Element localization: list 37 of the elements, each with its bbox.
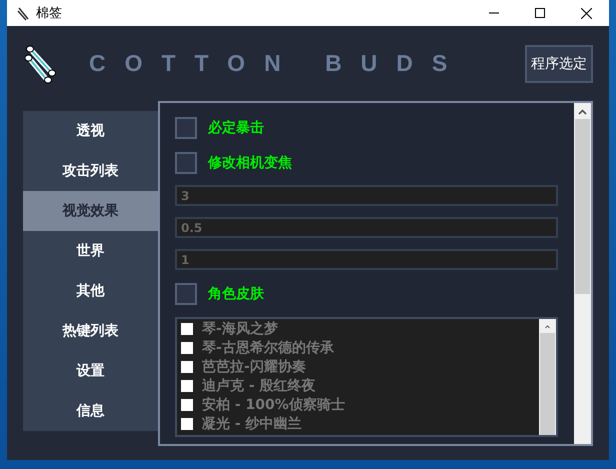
skin-label: 琴-古恩希尔德的传承 [202, 338, 334, 356]
checkbox[interactable] [181, 342, 193, 354]
checkbox-label: 必定暴击 [208, 119, 264, 137]
checkbox-label: 角色皮肤 [208, 285, 264, 303]
checkbox[interactable] [181, 360, 193, 372]
sidebar-item[interactable]: 攻击列表 [23, 151, 158, 191]
skin-label: 芭芭拉-闪耀协奏 [202, 358, 306, 376]
scrollbar[interactable] [574, 103, 591, 444]
scrollbar[interactable] [539, 319, 556, 435]
maximize-icon[interactable] [535, 8, 545, 18]
checkbox[interactable] [175, 117, 197, 139]
close-icon[interactable] [580, 8, 592, 18]
scroll-up-icon[interactable] [543, 325, 552, 329]
sidebar-item[interactable]: 设置 [23, 351, 158, 391]
checkbox[interactable] [175, 152, 197, 174]
brand-title: COTTON BUDS [89, 50, 468, 77]
sidebar-item[interactable]: 视觉效果 [23, 191, 158, 231]
scroll-up-icon[interactable] [578, 109, 587, 115]
checkbox[interactable] [181, 418, 193, 430]
skin-label: 凝光 - 纱中幽兰 [202, 414, 302, 432]
skin-label: 安柏 - 100%侦察骑士 [202, 396, 345, 414]
cotton-swab-icon [17, 6, 30, 20]
checkbox[interactable] [175, 283, 197, 305]
skin-label: 琴-海风之梦 [202, 320, 278, 338]
sidebar-item[interactable]: 其他 [23, 271, 158, 311]
checkbox[interactable] [181, 322, 193, 334]
skin-label: 迪卢克 - 殷红终夜 [202, 376, 316, 394]
select-program-button[interactable]: 程序选定 [525, 44, 593, 82]
sidebar-item[interactable]: 信息 [23, 391, 158, 431]
checkbox-label: 修改相机变焦 [208, 154, 292, 172]
window-title: 棉签 [36, 5, 63, 22]
sidebar-item[interactable]: 世界 [23, 231, 158, 271]
sidebar-item[interactable]: 透视 [23, 111, 158, 151]
checkbox[interactable] [181, 380, 193, 392]
cotton-swab-logo-icon [25, 44, 59, 84]
sidebar-item[interactable]: 热键列表 [23, 311, 158, 351]
checkbox[interactable] [181, 398, 193, 410]
